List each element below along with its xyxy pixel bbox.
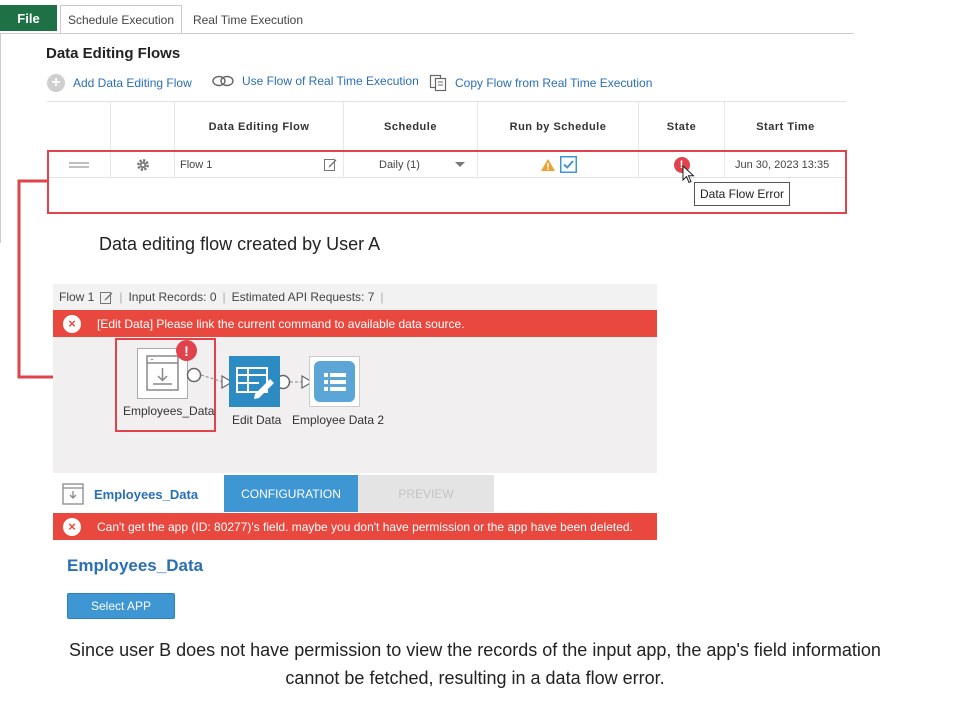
list-icon (324, 373, 346, 391)
api-requests: Estimated API Requests: 7 (231, 290, 375, 304)
flow-error-bar: × [Edit Data] Please link the current co… (53, 310, 657, 337)
input-app-icon (62, 483, 84, 505)
section-title: Data Editing Flows (46, 45, 181, 62)
close-circle-icon: × (63, 517, 81, 536)
copy-icon (429, 74, 447, 92)
col-start-time: Start Time (724, 102, 846, 152)
col-flow: Data Editing Flow (174, 102, 343, 152)
col-settings (110, 102, 174, 152)
panel-left-border (0, 33, 1, 243)
edit-data-node[interactable] (229, 356, 280, 407)
node-label-employees-data: Employees_Data (123, 404, 215, 418)
close-circle-icon: × (63, 314, 81, 333)
tab-schedule-execution[interactable]: Schedule Execution (60, 5, 182, 34)
tab-divider (0, 33, 854, 34)
copy-flow-button[interactable]: Copy Flow from Real Time Execution (429, 74, 652, 92)
copy-flow-label: Copy Flow from Real Time Execution (455, 76, 653, 90)
flows-table-header: Data Editing Flow Schedule Run by Schedu… (47, 101, 846, 152)
flow-error-text: [Edit Data] Please link the current comm… (97, 316, 465, 331)
edit-table-icon (236, 367, 274, 399)
flow-info-bar: Flow 1 | Input Records: 0 | Estimated AP… (53, 284, 657, 310)
separator: | (380, 290, 384, 304)
col-schedule: Schedule (343, 102, 477, 152)
add-flow-label: Add Data Editing Flow (73, 76, 192, 90)
tab-real-time-execution[interactable]: Real Time Execution (186, 5, 310, 34)
caption-user-b: Since user B does not have permission to… (69, 640, 881, 688)
link-icon (212, 75, 234, 87)
use-flow-button[interactable]: Use Flow of Real Time Execution (212, 74, 419, 88)
col-drag (47, 102, 110, 152)
edit-icon[interactable] (100, 291, 113, 304)
tab-configuration[interactable]: CONFIGURATION (224, 475, 358, 512)
node-name: Employees_Data (94, 486, 199, 502)
separator: | (222, 290, 226, 304)
node-label-edit-data: Edit Data (232, 413, 282, 427)
col-state: State (638, 102, 724, 152)
node-name-header: Employees_Data (62, 483, 198, 505)
plus-icon: + (47, 74, 65, 92)
file-tab[interactable]: File (0, 5, 57, 31)
col-run-by-schedule: Run by Schedule (477, 102, 638, 152)
app-error-text: Can't get the app (ID: 80277)'s field. m… (97, 519, 633, 534)
caption-user-a: Data editing flow created by User A (99, 234, 381, 254)
separator: | (119, 290, 123, 304)
flow-name-label: Flow 1 (59, 290, 95, 304)
use-flow-label: Use Flow of Real Time Execution (242, 74, 419, 88)
node-label-employee-data-2: Employee Data 2 (292, 413, 385, 427)
tab-preview[interactable]: PREVIEW (358, 475, 494, 512)
select-app-button[interactable]: Select APP (67, 593, 175, 619)
tooltip: Data Flow Error (694, 182, 790, 206)
add-flow-button[interactable]: + Add Data Editing Flow (47, 74, 192, 92)
output-node[interactable] (309, 356, 360, 407)
node-error-icon: ! (176, 340, 197, 361)
input-records: Input Records: 0 (128, 290, 217, 304)
app-error-bar: × Can't get the app (ID: 80277)'s field.… (53, 513, 657, 540)
panel-title: Employees_Data (67, 556, 204, 575)
